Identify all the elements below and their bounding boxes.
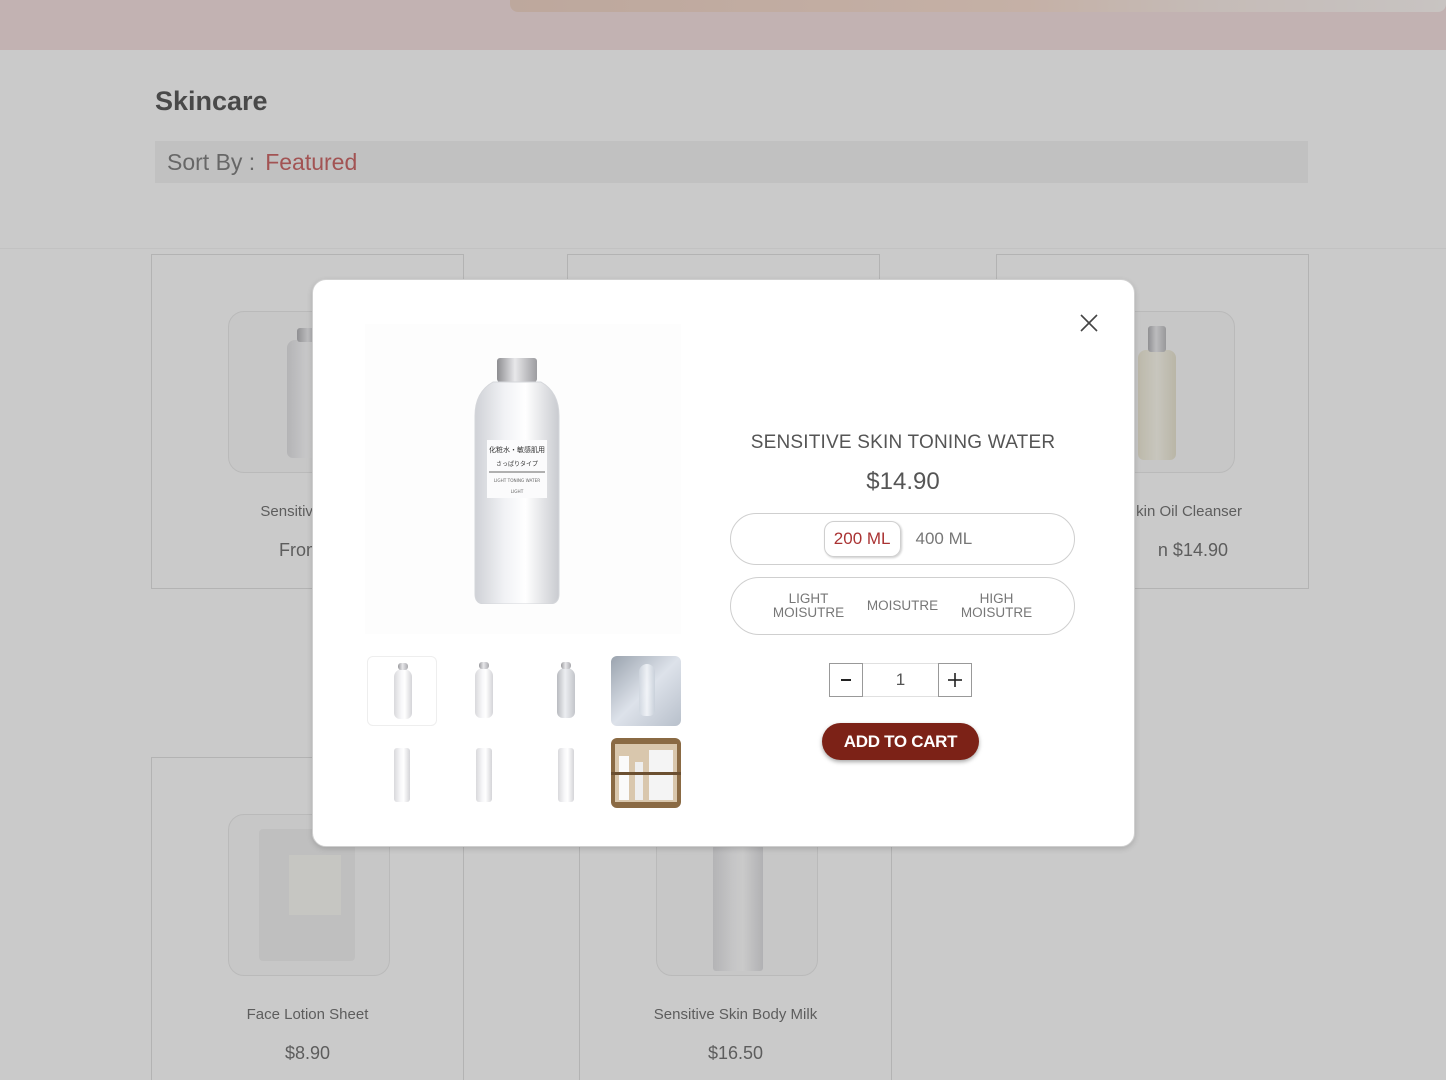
size-selector: 200 ML 400 ML bbox=[730, 513, 1075, 565]
plus-icon bbox=[948, 673, 962, 687]
bottle-image: 化粧水・敏感肌用 さっぱりタイプ LIGHT TONING WATER LIGH… bbox=[474, 358, 560, 604]
size-option-200ml[interactable]: 200 ML bbox=[823, 521, 901, 557]
product-title: SENSITIVE SKIN TONING WATER bbox=[750, 432, 1056, 453]
close-button[interactable] bbox=[1076, 310, 1102, 336]
thumbnail[interactable] bbox=[449, 738, 519, 808]
thumbnail[interactable] bbox=[367, 738, 437, 808]
size-option-400ml[interactable]: 400 ML bbox=[907, 522, 982, 556]
decrement-button[interactable] bbox=[829, 663, 863, 697]
thumbnail[interactable] bbox=[611, 738, 681, 808]
type-option-high-moisture[interactable]: HIGH MOISUTRE bbox=[961, 592, 1033, 620]
minus-icon bbox=[841, 679, 851, 681]
svg-text:LIGHT: LIGHT bbox=[511, 489, 524, 494]
svg-text:化粧水・敏感肌用: 化粧水・敏感肌用 bbox=[489, 445, 545, 454]
increment-button[interactable] bbox=[938, 663, 972, 697]
close-icon[interactable] bbox=[1076, 310, 1102, 336]
thumbnail[interactable] bbox=[531, 656, 601, 726]
thumbnail[interactable] bbox=[449, 656, 519, 726]
thumbnail[interactable] bbox=[367, 656, 437, 726]
quick-view-modal: 化粧水・敏感肌用 さっぱりタイプ LIGHT TONING WATER LIGH… bbox=[312, 279, 1135, 847]
type-option-moisture[interactable]: MOISUTRE bbox=[867, 599, 939, 613]
product-price: $14.90 bbox=[866, 468, 940, 495]
type-selector: LIGHT MOISUTRE MOISUTRE HIGH MOISUTRE bbox=[730, 577, 1075, 635]
quantity-stepper bbox=[829, 663, 972, 697]
quantity-input[interactable] bbox=[863, 663, 938, 697]
thumbnail[interactable] bbox=[611, 656, 681, 726]
svg-text:LIGHT TONING WATER: LIGHT TONING WATER bbox=[494, 478, 540, 483]
type-option-light-moisture[interactable]: LIGHT MOISUTRE bbox=[773, 592, 845, 620]
main-product-image[interactable]: 化粧水・敏感肌用 さっぱりタイプ LIGHT TONING WATER LIGH… bbox=[365, 324, 681, 634]
thumbnail[interactable] bbox=[531, 738, 601, 808]
add-to-cart-button[interactable]: ADD TO CART bbox=[822, 723, 979, 760]
svg-text:さっぱりタイプ: さっぱりタイプ bbox=[496, 460, 538, 468]
